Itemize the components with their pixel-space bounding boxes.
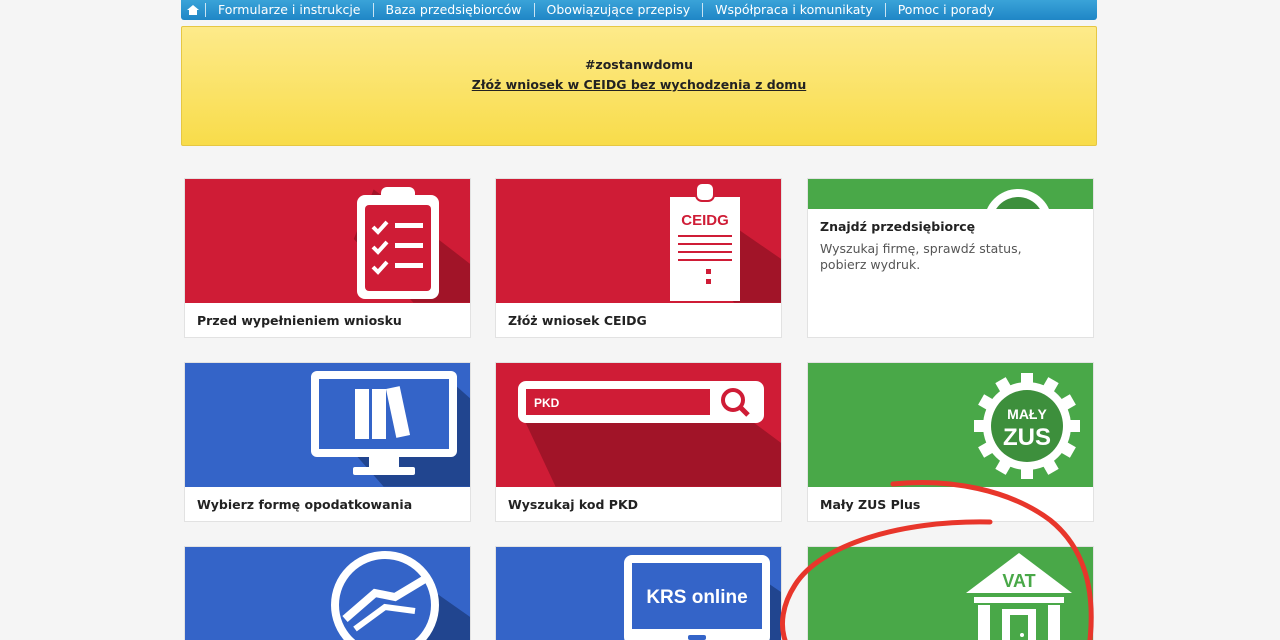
nav-item-pomoc[interactable]: Pomoc i porady [884,3,1007,17]
svg-text:VAT: VAT [1002,571,1035,591]
tile-maly-zus-plus[interactable]: MAŁY ZUS Mały ZUS Plus · · · · · · · · ·… [807,362,1094,522]
home-icon[interactable] [181,0,205,20]
covid-banner: #zostanwdomu Złóż wniosek w CEIDG bez wy… [181,26,1097,146]
tile-znajdz-przedsiebiorce[interactable]: Znajdź przedsiębiorcę Wyszukaj firmę, sp… [807,178,1094,338]
monitor-krs-icon: KRS online [624,555,770,640]
monitor-binders-icon [311,371,457,475]
tile-description-faded: · · · · · · · · · · · · · · · · [197,517,315,521]
tile-title: Złóż wniosek CEIDG [508,313,647,328]
tile-przed-wypelnieniem[interactable]: Przed wypełnieniem wniosku · · · · · · ·… [184,178,471,338]
tile-image: KRS online [496,547,781,640]
tile-krs-online[interactable]: KRS online [495,546,782,640]
tile-image: VAT [808,547,1093,640]
search-bar-icon: PKD [518,381,764,423]
tile-kod-pkd[interactable]: PKD Wyszukaj kod PKD · · · · · · · · · ·… [495,362,782,522]
tile-image [185,363,470,487]
tile-description-faded: · · · · · · · · · · · · · · · · [508,517,626,521]
svg-text:PKD: PKD [534,396,560,410]
ceidg-document-icon: CEIDG [670,183,740,301]
nav-item-baza[interactable]: Baza przedsiębiorców [372,3,534,17]
top-navigation: Formularze i instrukcje Baza przedsiębio… [181,0,1097,20]
tile-image: CEIDG [496,179,781,303]
tile-image: MAŁY ZUS [808,363,1093,487]
tile-handshake[interactable] [184,546,471,640]
tile-title: Mały ZUS Plus [820,497,921,512]
tile-zloz-wniosek[interactable]: CEIDG Złóż wniosek CEIDG · · · · · · · ·… [495,178,782,338]
svg-text:KRS online: KRS online [646,587,747,608]
handshake-icon [331,551,439,640]
tile-title: Znajdź przedsiębiorcę [820,219,976,234]
clipboard-checklist-icon [357,187,439,299]
tile-description: Wyszukaj firmę, sprawdź status, pobierz … [820,241,1022,272]
tile-image [185,179,470,303]
tile-description-faded: · · · · · · · · · · · · · · · · [197,333,315,337]
banner-hashtag: #zostanwdomu [584,57,694,72]
tile-forma-opodatkowania[interactable]: Wybierz formę opodatkowania · · · · · · … [184,362,471,522]
tile-description-faded: · · · · · · · · · · · · · · · · [508,333,626,337]
tile-image [808,179,1093,209]
tile-image: PKD [496,363,781,487]
tile-title: Wybierz formę opodatkowania [197,497,413,512]
gear-badge-icon: MAŁY ZUS [974,373,1080,479]
nav-item-przepisy[interactable]: Obowiązujące przepisy [533,3,703,17]
svg-text:CEIDG: CEIDG [681,212,729,229]
nav-item-formularze[interactable]: Formularze i instrukcje [205,3,373,17]
vat-building-icon: VAT [966,553,1072,640]
svg-text:MAŁY: MAŁY [1007,406,1047,422]
tile-vat[interactable]: VAT [807,546,1094,640]
banner-link[interactable]: Złóż wniosek w CEIDG bez wychodzenia z d… [472,77,806,92]
tile-description-faded: · · · · · · · · · · · · · · [820,517,923,521]
svg-text:ZUS: ZUS [1003,424,1051,451]
tile-title: Przed wypełnieniem wniosku [197,313,402,328]
tile-image [185,547,470,640]
search-circle-icon [987,189,1049,209]
tile-title: Wyszukaj kod PKD [508,497,639,512]
nav-item-wspolpraca[interactable]: Współpraca i komunikaty [702,3,885,17]
